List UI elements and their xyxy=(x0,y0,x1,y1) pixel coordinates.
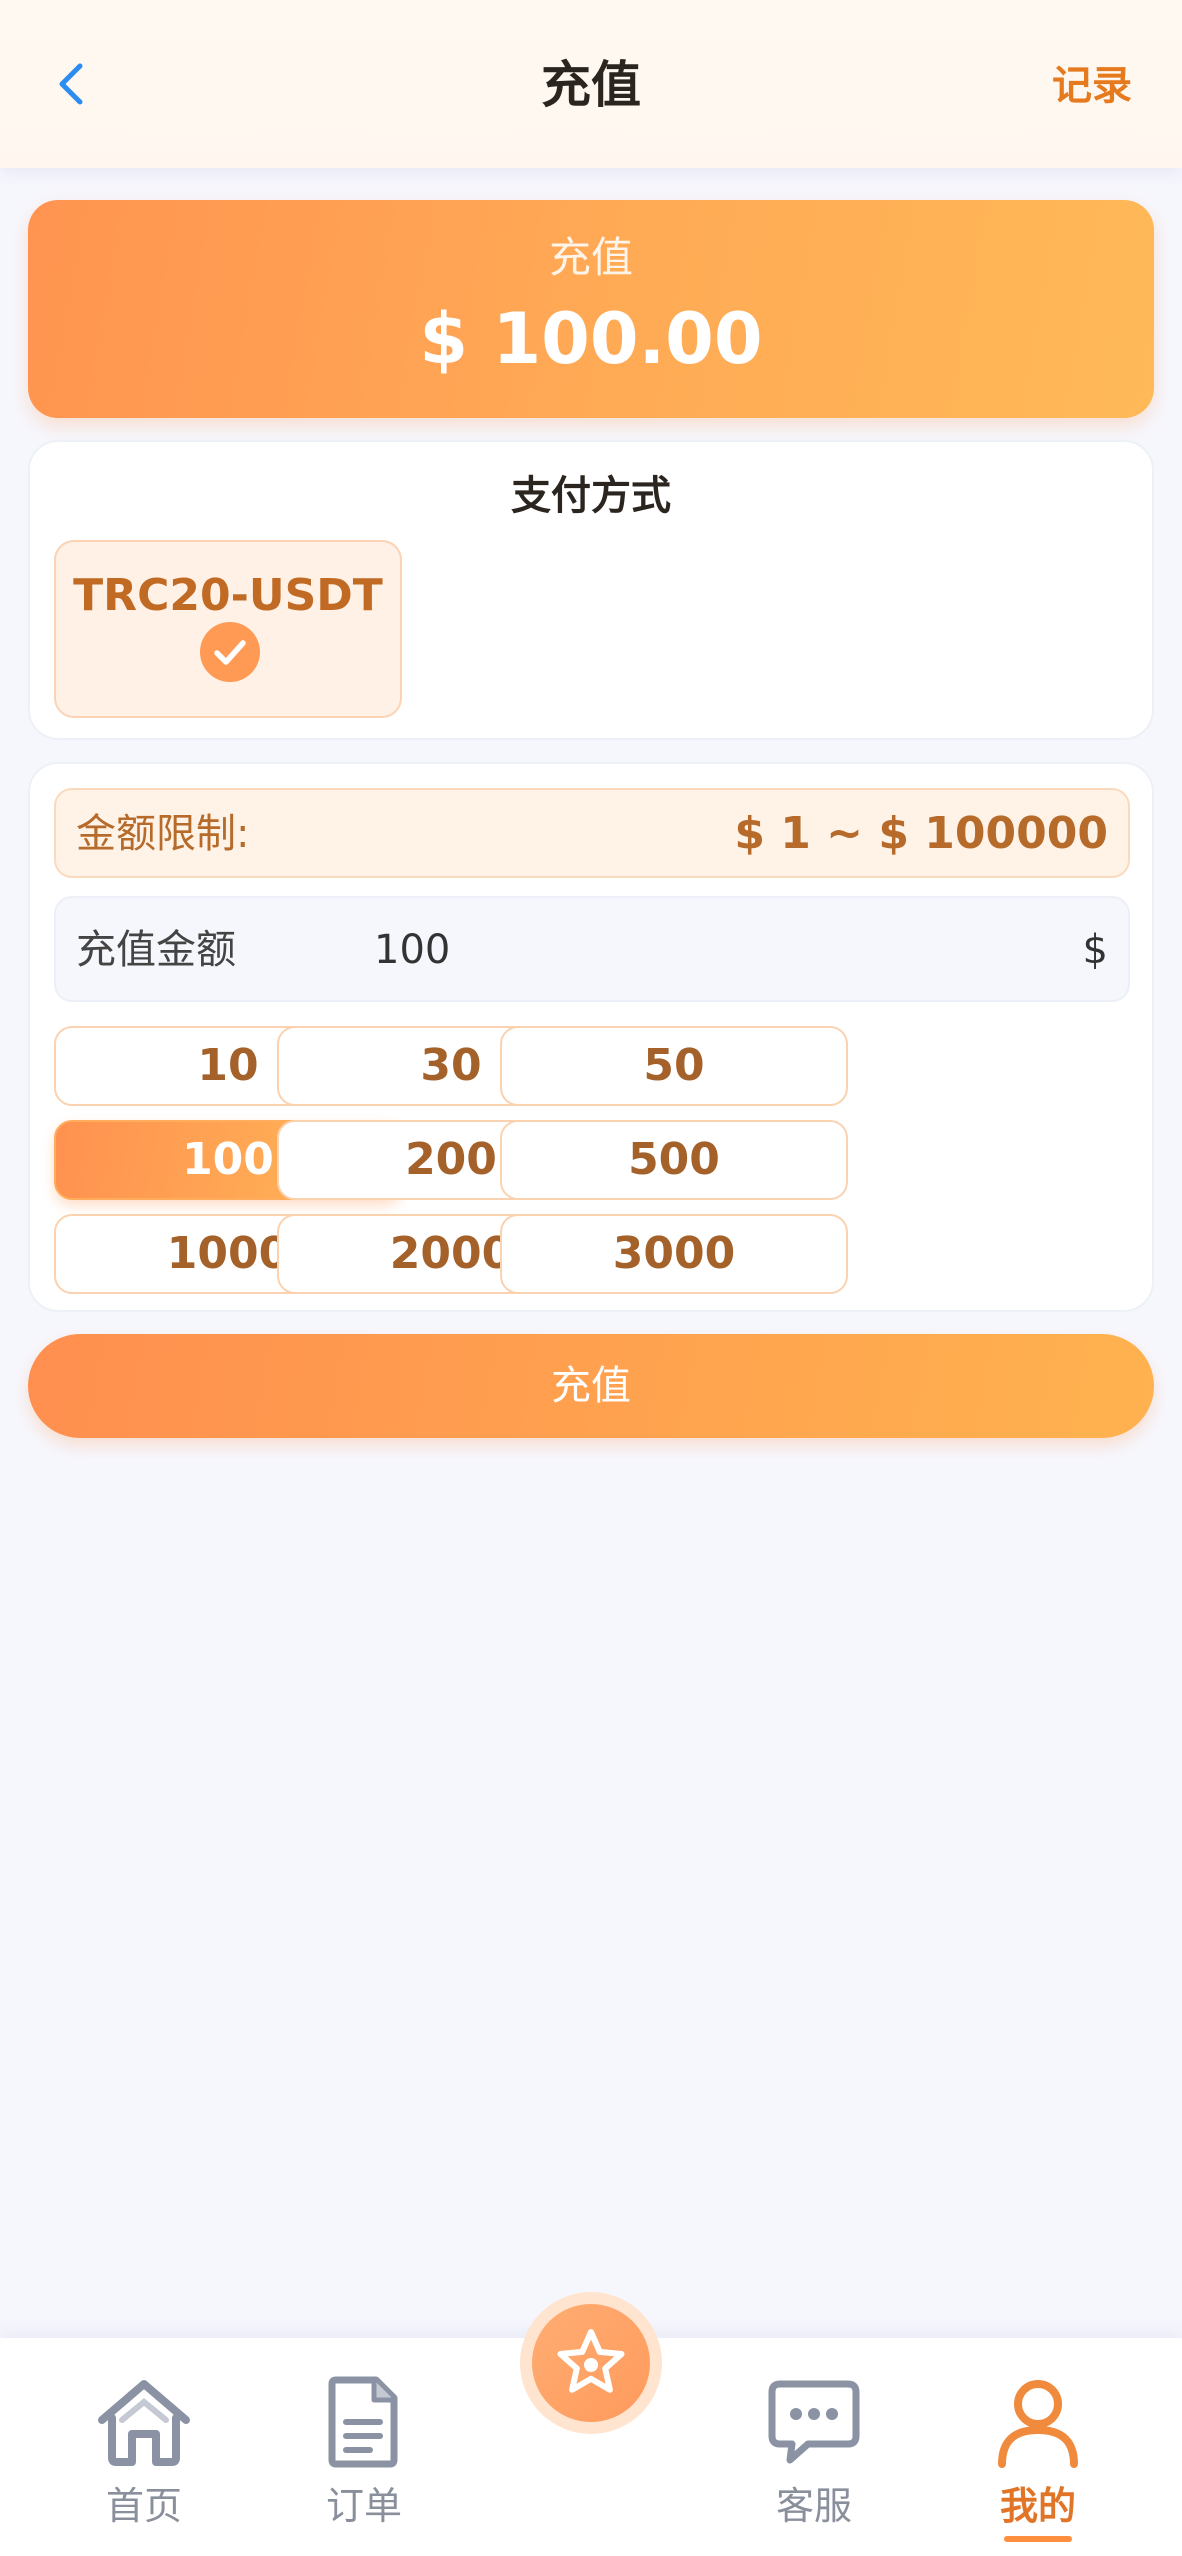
center-favorite-button[interactable] xyxy=(520,2292,662,2434)
payment-method-trc20-usdt[interactable]: TRC20-USDT xyxy=(54,540,402,718)
preset-50[interactable]: 50 xyxy=(500,1026,848,1106)
amount-summary-card: 充值 $ 100.00 xyxy=(28,200,1154,418)
payment-method-label: TRC20-USDT xyxy=(73,570,383,621)
chat-icon xyxy=(768,2380,860,2464)
amount-input-row: 充值金额 $ xyxy=(54,896,1130,1002)
amount-input-label: 充值金额 xyxy=(76,927,236,973)
tab-profile[interactable]: 我的 xyxy=(938,2338,1138,2556)
payment-method-card: 支付方式 TRC20-USDT xyxy=(28,440,1154,740)
page-title: 充值 xyxy=(541,56,641,114)
amount-form-card: 金额限制: $ 1 ~ $ 100000 充值金额 $ 10 30 50 100… xyxy=(28,762,1154,1312)
recharge-submit-button[interactable]: 充值 xyxy=(28,1334,1154,1438)
star-icon xyxy=(557,2329,625,2393)
tab-orders-label: 订单 xyxy=(325,2484,402,2528)
tab-orders[interactable]: 订单 xyxy=(264,2338,464,2556)
limit-value: $ 1 ~ $ 100000 xyxy=(734,808,1108,859)
amount-input[interactable] xyxy=(374,920,1014,980)
tab-home[interactable]: 首页 xyxy=(44,2338,244,2556)
tab-profile-label: 我的 xyxy=(999,2484,1076,2528)
check-icon xyxy=(200,622,260,682)
record-link[interactable]: 记录 xyxy=(1052,56,1132,116)
limit-label: 金额限制: xyxy=(76,811,250,857)
home-icon xyxy=(98,2380,190,2466)
payment-method-title: 支付方式 xyxy=(511,473,671,519)
preset-500[interactable]: 500 xyxy=(500,1120,848,1200)
document-icon xyxy=(328,2376,398,2468)
summary-label: 充值 xyxy=(548,233,633,282)
tab-home-label: 首页 xyxy=(105,2484,182,2528)
tab-support[interactable]: 客服 xyxy=(714,2338,914,2556)
center-fab-inner xyxy=(532,2304,650,2422)
active-tab-indicator xyxy=(1004,2536,1072,2542)
header-bar: 充值 记录 xyxy=(0,0,1182,168)
tab-support-label: 客服 xyxy=(775,2484,852,2528)
preset-3000[interactable]: 3000 xyxy=(500,1214,848,1294)
amount-limit-row: 金额限制: $ 1 ~ $ 100000 xyxy=(54,788,1130,878)
summary-amount: $ 100.00 xyxy=(419,298,763,380)
user-icon xyxy=(998,2380,1078,2468)
currency-unit: $ xyxy=(1082,927,1108,973)
